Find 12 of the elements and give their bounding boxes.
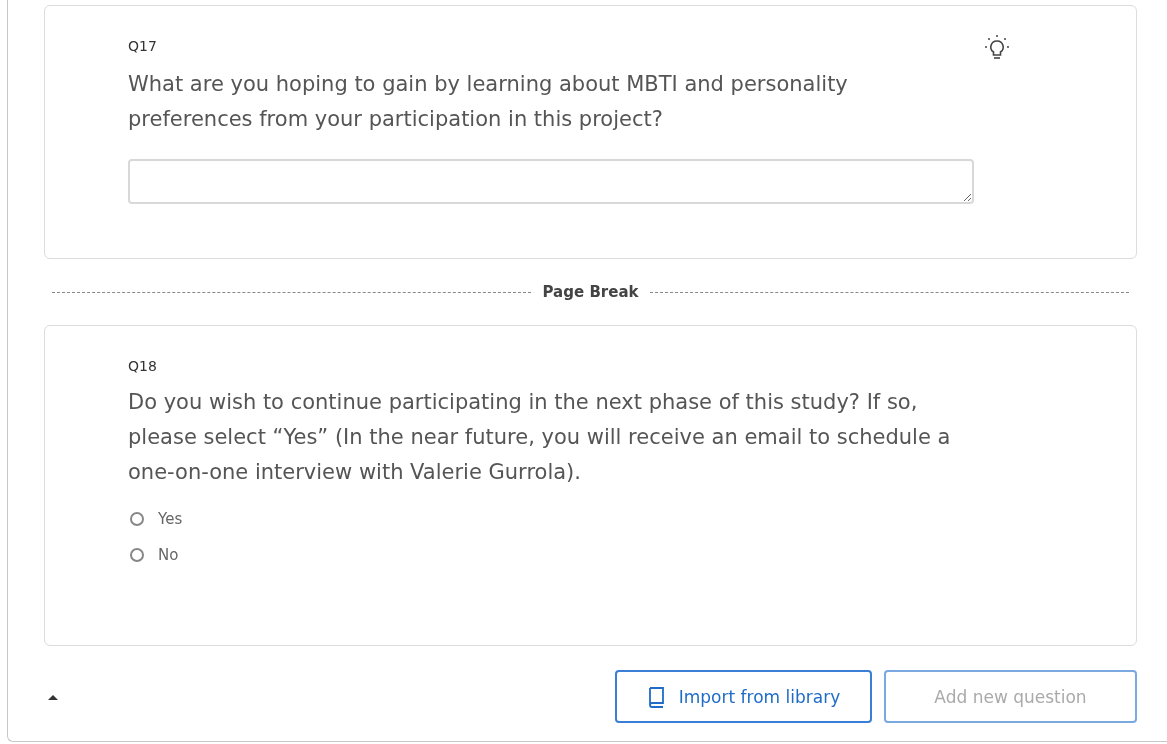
radio-icon[interactable] [130,512,144,526]
page-break-label: Page Break [542,283,639,301]
question-text: Do you wish to continue participating in the next phase of this study? If so, please select “Yes” (In the near future, you will receive an email to schedule a one-on-one interview with Valerie Gurrola). [128,389,952,486]
question-number: Q17 [128,38,157,54]
question-number: Q18 [128,358,157,374]
question-text: What are you hoping to gain by learning about MBTI and personality preferences from your participation in this project? [128,71,849,133]
import-button[interactable]: Import from library [615,670,872,723]
radio-option[interactable]: Yes [130,510,183,528]
book-icon [646,685,667,708]
radio-icon[interactable] [130,548,144,562]
caret-icon[interactable] [47,692,59,701]
radio-option[interactable]: No [130,546,179,564]
